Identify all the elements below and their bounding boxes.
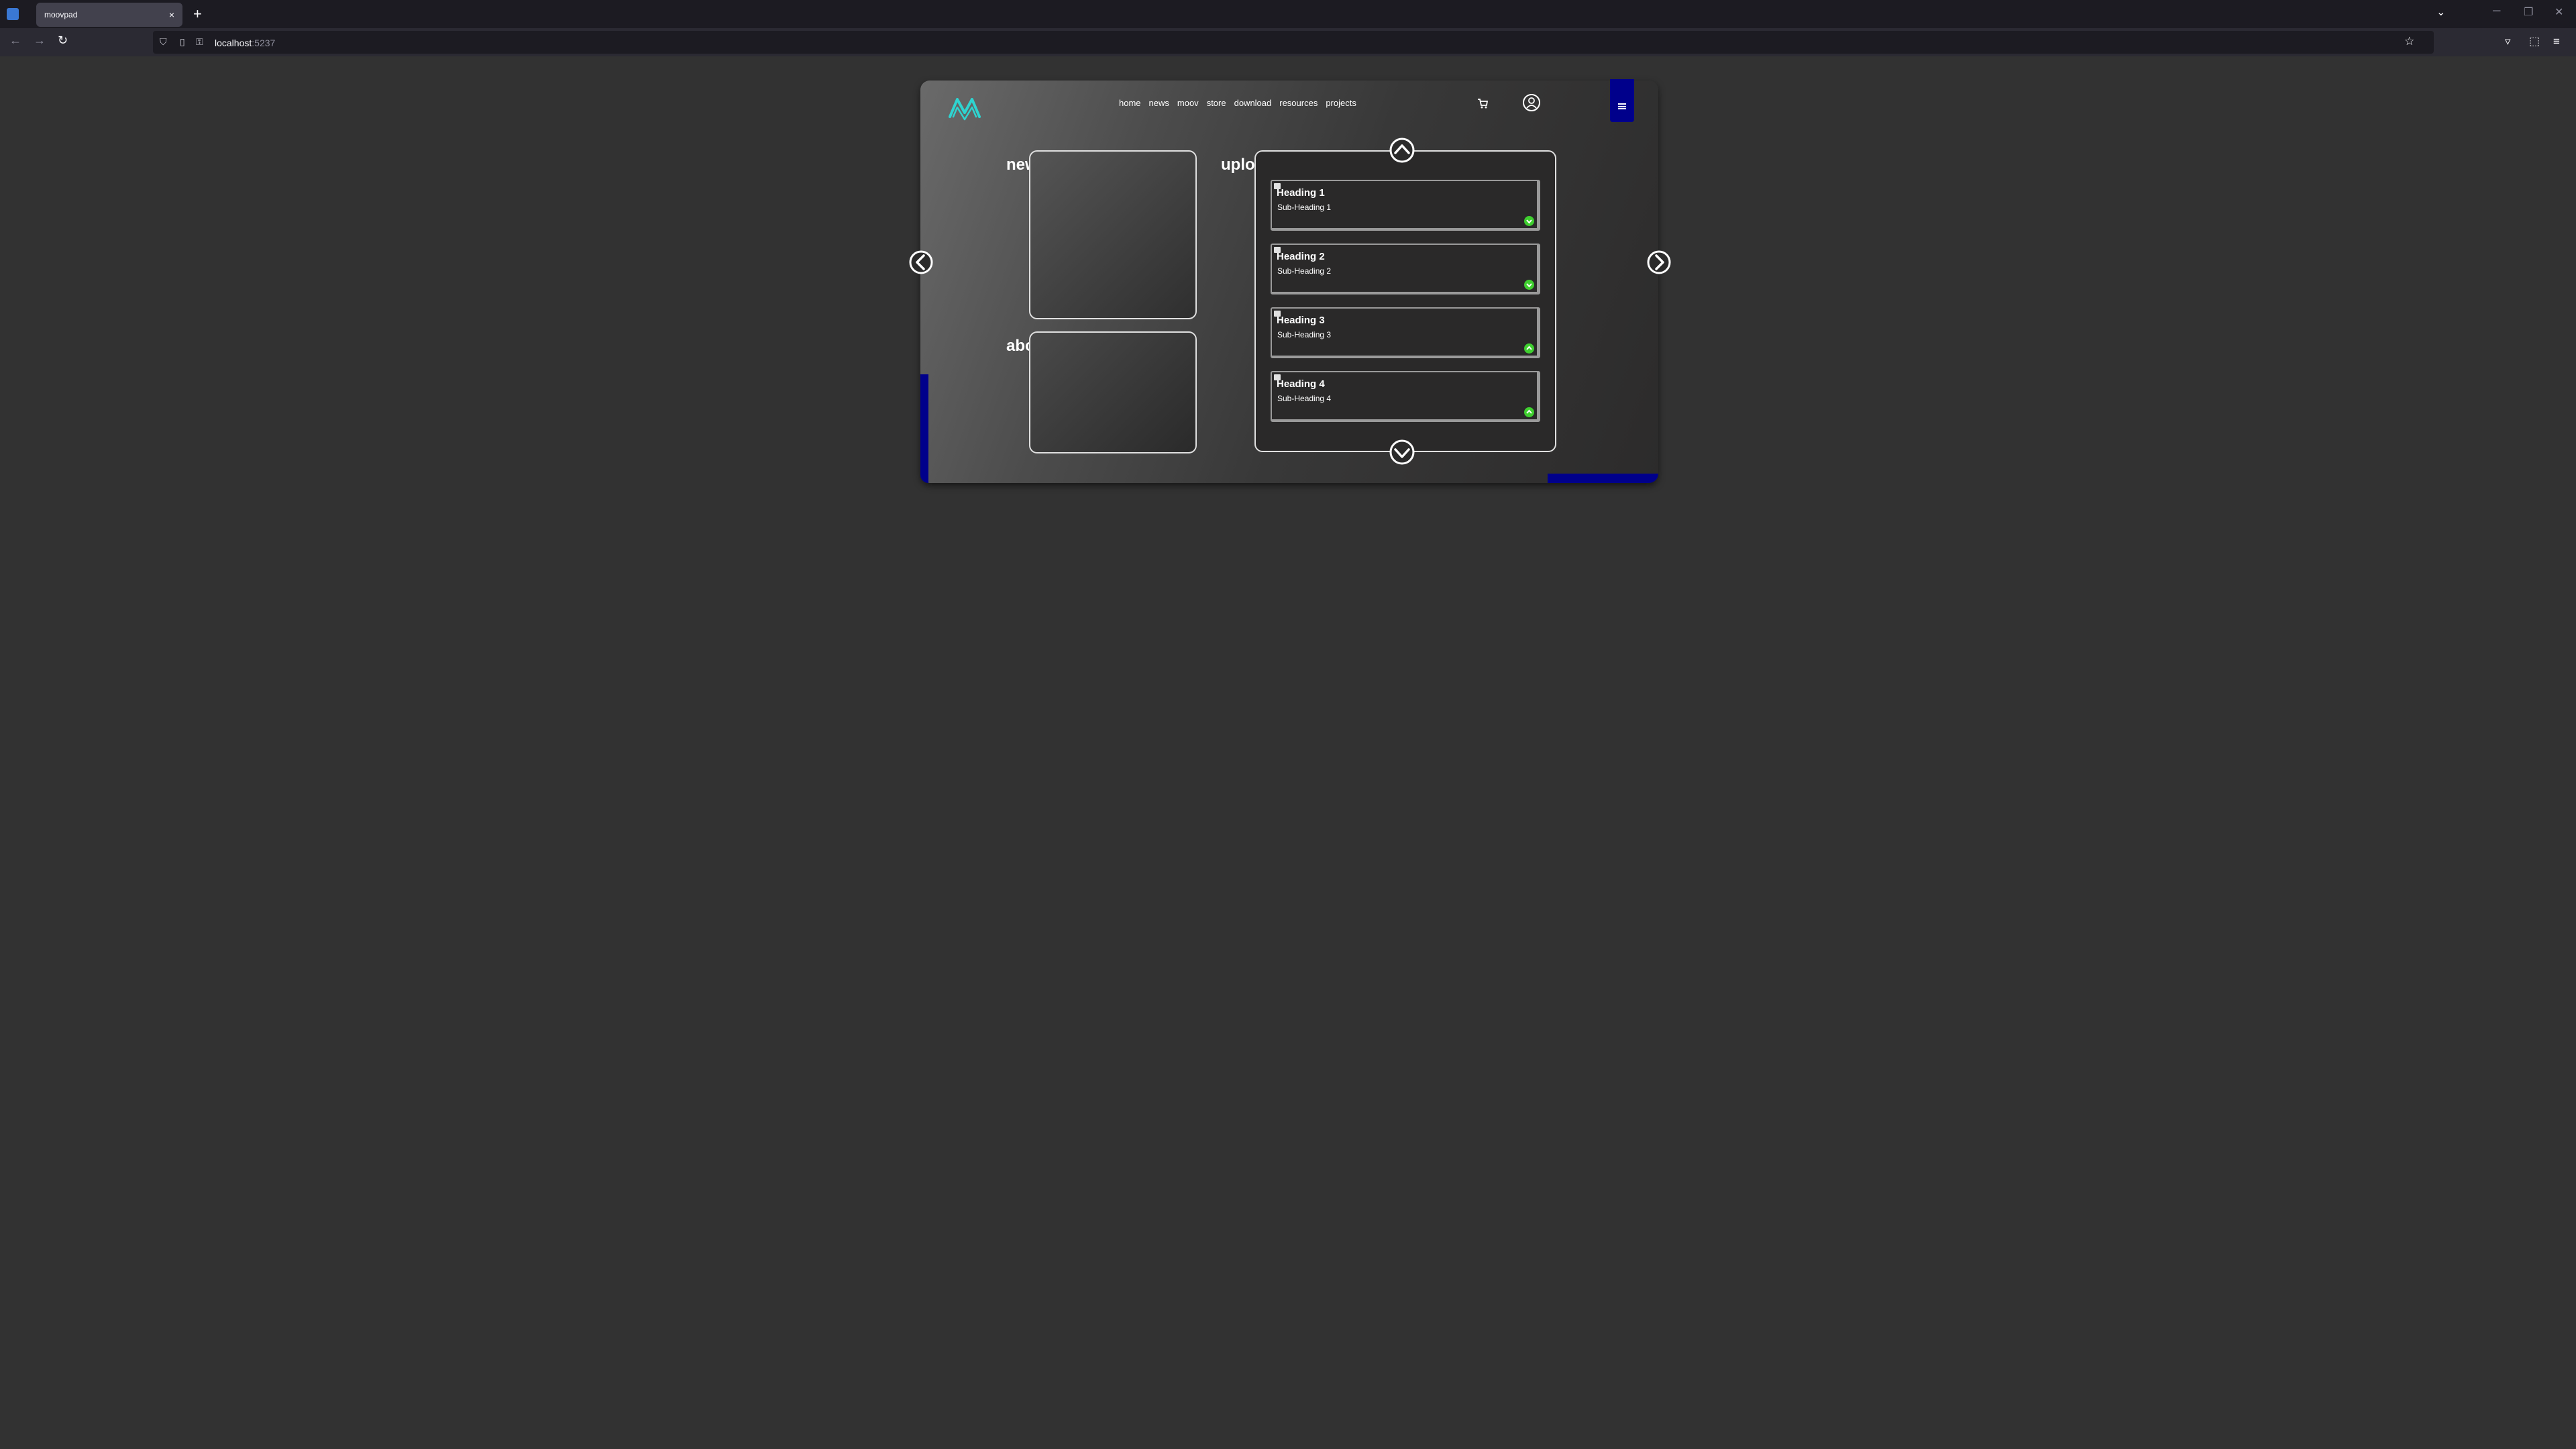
nav-download[interactable]: download (1234, 98, 1272, 108)
list-tabs-icon[interactable]: ⌄ (2436, 5, 2445, 19)
browser-tab[interactable]: moovpad × (36, 3, 182, 27)
page-info-icon[interactable]: ▯ (180, 36, 185, 48)
browser-tab-bar (0, 0, 2576, 28)
browser-app-icon (7, 8, 19, 20)
check-badge-icon (1524, 216, 1534, 226)
tab-title: moovpad (44, 10, 78, 19)
upload-heading: Heading 4 (1277, 378, 1325, 390)
menu-button[interactable] (1610, 79, 1634, 122)
upload-subheading: Sub-Heading 2 (1277, 266, 1332, 276)
chevron-up-icon[interactable] (1389, 137, 1415, 164)
check-badge-icon (1524, 280, 1534, 290)
new-tab-button[interactable]: + (193, 5, 202, 23)
bookmark-star-icon[interactable]: ☆ (2404, 35, 2414, 48)
url-bar[interactable] (153, 31, 2434, 54)
key-icon[interactable]: ⚿ (196, 36, 203, 48)
pocket-icon[interactable]: ▿ (2505, 35, 2511, 48)
nav-moov[interactable]: moov (1177, 98, 1199, 108)
url-text[interactable]: localhost:5237 (215, 38, 275, 48)
about-panel[interactable] (1029, 331, 1197, 453)
user-icon[interactable] (1521, 93, 1542, 113)
upload-heading: Heading 2 (1277, 251, 1325, 262)
tab-close-icon[interactable]: × (169, 9, 174, 20)
upload-item[interactable]: Heading 2 Sub-Heading 2 (1271, 244, 1540, 294)
cart-icon[interactable] (1476, 97, 1489, 110)
nav-home[interactable]: home (1119, 98, 1141, 108)
close-window-icon[interactable]: ✕ (2555, 5, 2563, 19)
nav-news[interactable]: news (1149, 98, 1169, 108)
upload-subheading: Sub-Heading 3 (1277, 330, 1332, 339)
back-icon[interactable]: ← (9, 34, 21, 48)
up-badge-icon (1524, 343, 1534, 354)
logo-icon[interactable] (947, 94, 982, 121)
accent-bar-left (920, 374, 928, 483)
uploads-panel: Heading 1 Sub-Heading 1 Heading 2 Sub-He… (1254, 150, 1556, 452)
restore-icon[interactable]: ❐ (2524, 5, 2533, 19)
new-panel[interactable] (1029, 150, 1197, 319)
menu-icon (1618, 103, 1626, 109)
upload-item[interactable]: Heading 4 Sub-Heading 4 (1271, 371, 1540, 422)
app-menu-icon[interactable]: ≡ (2553, 35, 2560, 48)
arrow-left-icon[interactable] (908, 250, 934, 275)
forward-icon[interactable]: → (34, 34, 46, 48)
main-card: home news moov store download resources … (909, 79, 1671, 483)
upload-subheading: Sub-Heading 4 (1277, 394, 1332, 403)
upload-item[interactable]: Heading 3 Sub-Heading 3 (1271, 307, 1540, 358)
shield-icon[interactable]: ⛉ (160, 36, 167, 48)
main-nav: home news moov store download resources … (1119, 98, 1356, 108)
reload-icon[interactable]: ↻ (58, 34, 68, 48)
accent-bar-bottom (1548, 474, 1658, 483)
nav-resources[interactable]: resources (1279, 98, 1318, 108)
upload-heading: Heading 3 (1277, 315, 1325, 326)
upload-subheading: Sub-Heading 1 (1277, 203, 1332, 212)
up-badge-icon (1524, 407, 1534, 417)
arrow-right-icon[interactable] (1646, 250, 1672, 275)
upload-heading: Heading 1 (1277, 187, 1325, 199)
nav-store[interactable]: store (1207, 98, 1226, 108)
nav-projects[interactable]: projects (1326, 98, 1356, 108)
extensions-icon[interactable]: ⬚ (2529, 35, 2540, 48)
upload-item[interactable]: Heading 1 Sub-Heading 1 (1271, 180, 1540, 231)
minimize-icon[interactable]: ─ (2493, 5, 2500, 17)
chevron-down-icon[interactable] (1389, 439, 1415, 466)
